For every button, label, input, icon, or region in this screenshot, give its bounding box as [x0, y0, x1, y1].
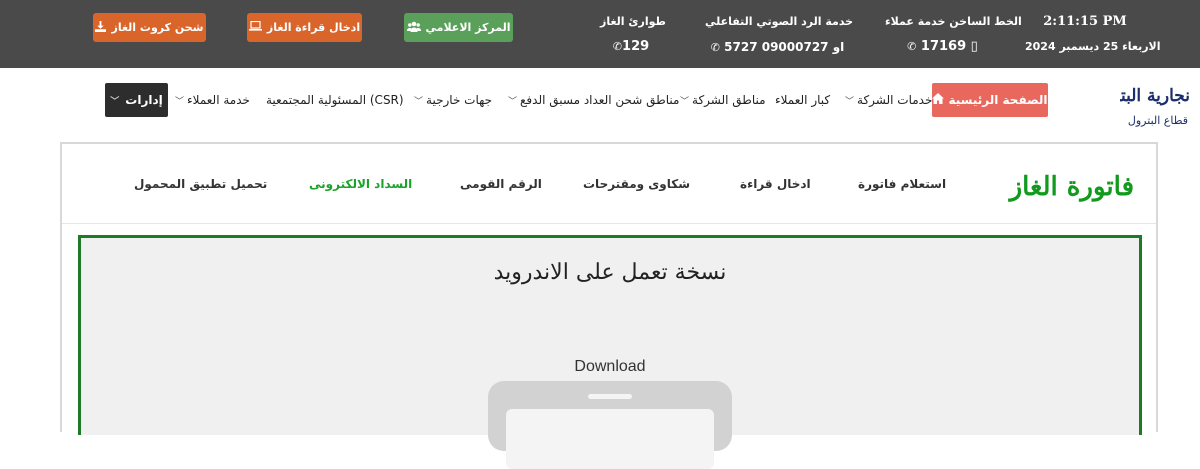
ivr-service-label: خدمة الرد الصوتي التفاعلي — [705, 15, 854, 28]
tab-complaints-suggestions[interactable]: شكاوى ومقترحات — [583, 177, 690, 191]
users-icon — [406, 21, 421, 35]
customer-hotline-info: الخط الساخن خدمة عملاء ✆ 17169 ▯ — [885, 13, 1022, 55]
nav-item-major-customers[interactable]: كبار العملاء — [775, 92, 830, 108]
content-panel: فاتورة الغاز استعلام فاتورة ادخال قراءة … — [60, 142, 1158, 469]
phone-illustration[interactable] — [488, 381, 732, 469]
tab-enter-reading[interactable]: ادخال قراءة — [740, 177, 811, 191]
page-title: فاتورة الغاز — [1009, 172, 1134, 202]
nav-item-customer-service[interactable]: ﹀ خدمة العملاء — [175, 92, 250, 108]
ivr-service-number[interactable]: 5727 او 09000727 — [724, 40, 844, 54]
clock-date: الاربعاء 25 ديسمبر 2024 — [1025, 40, 1161, 53]
chevron-down-icon: ﹀ — [680, 97, 690, 107]
gas-emergency-info: طوارئ الغاز ✆129 — [600, 13, 666, 55]
download-label[interactable]: Download — [81, 358, 1139, 376]
clock: 2:11:15 PM الاربعاء 25 ديسمبر 2024 — [1025, 13, 1161, 55]
home-icon — [932, 93, 945, 107]
chevron-down-icon: ﹀ — [508, 97, 518, 107]
phone-icon: ✆ — [907, 40, 917, 53]
nav-item-prepaid-meter-areas[interactable]: ﹀ مناطق شحن العداد مسبق الدفع — [508, 92, 679, 108]
ivr-service-info: خدمة الرد الصوتي التفاعلي ✆ 5727 او 0900… — [705, 13, 854, 55]
nav-item-company-services[interactable]: ﹀ خدمات الشركة — [845, 92, 932, 108]
customer-hotline-number[interactable]: 17169 ▯ — [921, 39, 978, 54]
clock-time: 2:11:15 PM — [1043, 14, 1127, 29]
download-icon — [95, 20, 107, 35]
tab-electronic-payment[interactable]: السداد الالكترونى — [309, 177, 412, 191]
tab-mobile-app-download[interactable]: تحميل تطبيق المحمول — [134, 177, 267, 191]
enter-gas-reading-button[interactable]: ادخال قراءة الغاز — [247, 13, 362, 42]
bill-subnav: فاتورة الغاز استعلام فاتورة ادخال قراءة … — [62, 144, 1156, 224]
phone-speaker — [588, 394, 632, 399]
laptop-icon — [248, 20, 262, 34]
chevron-down-icon: ﹀ — [414, 97, 424, 107]
android-version-heading: نسخة تعمل على الاندرويد — [493, 260, 727, 285]
chevron-down-icon: ﹀ — [845, 97, 855, 107]
gas-emergency-label: طوارئ الغاز — [600, 15, 666, 28]
phone-icon: ✆ — [612, 40, 623, 53]
android-app-box: نسخة تعمل على الاندرويد Download — [78, 235, 1142, 469]
gas-emergency-number[interactable]: 129 — [622, 39, 649, 54]
top-bar: شحن كروت الغاز ادخال قراءة الغاز المركز … — [0, 0, 1200, 68]
customer-hotline-label: الخط الساخن خدمة عملاء — [885, 15, 1022, 28]
phone-icon: ✆ — [710, 41, 720, 54]
media-center-button[interactable]: المركز الاعلامي — [404, 13, 513, 42]
main-nav: نجارية البترولية قطاع البترول الصفحة الر… — [0, 68, 1200, 140]
tab-bill-inquiry[interactable]: استعلام فاتورة — [858, 177, 946, 191]
chevron-down-icon: ﹀ — [110, 96, 120, 107]
company-logo[interactable]: نجارية البترولية قطاع البترول — [1120, 82, 1200, 134]
nav-item-company-areas[interactable]: ﹀ مناطق الشركة — [680, 92, 766, 108]
nav-item-departments[interactable]: ﹀ إدارات — [105, 83, 168, 117]
charge-gas-cards-button[interactable]: شحن كروت الغاز — [93, 13, 206, 42]
phone-screen — [506, 409, 714, 469]
nav-item-csr[interactable]: المسئولية المجتمعية (CSR) — [266, 92, 404, 108]
chevron-down-icon: ﹀ — [175, 97, 185, 107]
nav-item-external-bodies[interactable]: ﹀ جهات خارجية — [414, 92, 492, 108]
tab-national-id[interactable]: الرقم القومى — [460, 177, 542, 191]
nav-home-button[interactable]: الصفحة الرئيسية — [932, 83, 1048, 117]
